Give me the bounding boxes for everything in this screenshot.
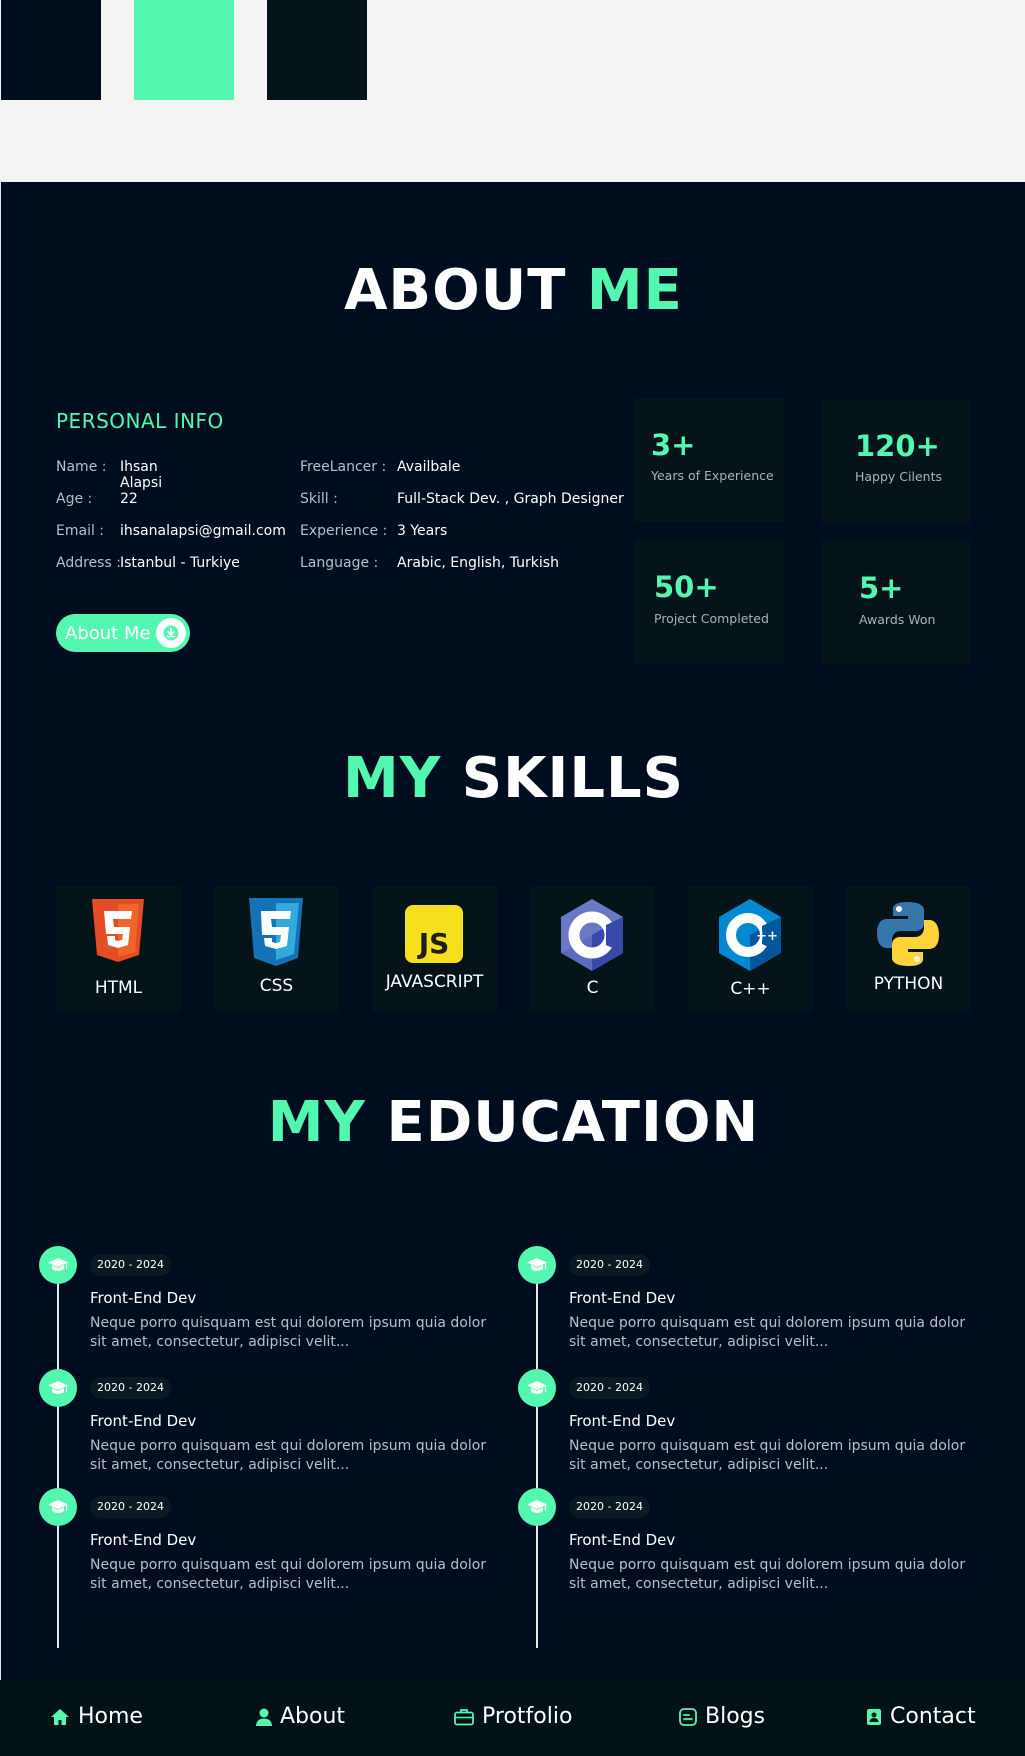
education-title: Front-End Dev: [90, 1412, 197, 1430]
skill-card-cpp: ++ C++: [688, 886, 813, 1011]
personal-info-heading: PERSONAL INFO: [56, 409, 224, 433]
stat-card-clients: 120+ Happy Cilents: [821, 399, 971, 523]
education-item: 2020 - 2024 Front-End Dev Neque porro qu…: [518, 1369, 978, 1479]
graduation-cap-icon: [39, 1369, 77, 1407]
education-date-badge: 2020 - 2024: [569, 1496, 650, 1518]
education-item: 2020 - 2024 Front-End Dev Neque porro qu…: [39, 1246, 499, 1356]
nav-item-about[interactable]: About: [256, 1704, 345, 1729]
skill-card-javascript: JS JAVASCRIPT: [372, 886, 497, 1011]
info-age: Age :22: [56, 491, 138, 507]
graduation-cap-icon: [518, 1246, 556, 1284]
about-me-button-label: About Me: [65, 622, 151, 644]
skill-card-c: C: [530, 886, 655, 1011]
skills-title: MY SKILLS: [342, 746, 685, 811]
graduation-cap-icon: [39, 1488, 77, 1526]
user-icon: [256, 1708, 272, 1726]
education-title: Front-End Dev: [569, 1412, 676, 1430]
education-date-badge: 2020 - 2024: [90, 1496, 171, 1518]
education-item: 2020 - 2024 Front-End Dev Neque porro qu…: [518, 1488, 978, 1598]
education-item: 2020 - 2024 Front-End Dev Neque porro qu…: [39, 1369, 499, 1479]
info-freelancer: FreeLancer : Availbale: [300, 459, 461, 475]
education-title: Front-End Dev: [90, 1531, 197, 1549]
education-title: MY EDUCATION: [267, 1090, 760, 1155]
contact-icon: [867, 1708, 881, 1725]
skill-card-css: CSS: [214, 886, 339, 1011]
python-icon: [877, 902, 939, 966]
education-title: Front-End Dev: [569, 1531, 676, 1549]
nav-item-portfolio[interactable]: Protfolio: [454, 1704, 572, 1729]
svg-text:JS: JS: [417, 927, 450, 960]
blog-icon: [679, 1707, 697, 1726]
education-description: Neque porro quisquam est qui dolorem ips…: [569, 1438, 966, 1473]
education-item: 2020 - 2024 Front-End Dev Neque porro qu…: [39, 1488, 499, 1598]
main-content: ABOUT ME PERSONAL INFO Name : Ihsan Alaps…: [0, 182, 1025, 1756]
about-me-button[interactable]: About Me: [56, 614, 190, 652]
education-date-badge: 2020 - 2024: [569, 1254, 650, 1276]
stat-card-awards: 5+ Awards Won: [821, 541, 971, 665]
education-description: Neque porro quisquam est qui dolorem ips…: [569, 1557, 966, 1592]
info-address: Address : Istanbul - Turkiye: [56, 555, 240, 571]
info-experience: Experience :3 Years: [300, 523, 448, 539]
education-description: Neque porro quisquam est qui dolorem ips…: [90, 1315, 487, 1350]
education-date-badge: 2020 - 2024: [90, 1377, 171, 1399]
nav-item-contact[interactable]: Contact: [866, 1704, 976, 1729]
info-language: Language : Arabic, English, Turkish: [300, 555, 559, 571]
color-swatch-navy: [1, 0, 101, 100]
education-date-badge: 2020 - 2024: [90, 1254, 171, 1276]
color-swatch-dark-teal: [267, 0, 367, 100]
graduation-cap-icon: [39, 1246, 77, 1284]
education-title: Front-End Dev: [90, 1289, 197, 1307]
svg-text:++: ++: [756, 929, 778, 944]
nav-item-blogs[interactable]: Blogs: [679, 1704, 765, 1729]
graduation-cap-icon: [518, 1369, 556, 1407]
skill-card-python: PYTHON: [846, 886, 971, 1011]
html5-icon: [92, 899, 144, 962]
skill-card-html: HTML: [56, 886, 181, 1011]
education-date-badge: 2020 - 2024: [569, 1377, 650, 1399]
stat-card-experience: 3+ Years of Experience: [634, 398, 784, 522]
briefcase-icon: [454, 1708, 474, 1725]
css3-icon: [249, 898, 303, 966]
education-description: Neque porro quisquam est qui dolorem ips…: [569, 1315, 966, 1350]
info-skill: Skill : Full-Stack Dev. , Graph Designer: [300, 491, 624, 507]
stat-card-projects: 50+ Project Completed: [634, 540, 784, 664]
cpp-language-icon: ++: [719, 899, 781, 971]
education-item: 2020 - 2024 Front-End Dev Neque porro qu…: [518, 1246, 978, 1356]
education-title: Front-End Dev: [569, 1289, 676, 1307]
education-description: Neque porro quisquam est qui dolorem ips…: [90, 1438, 487, 1473]
download-icon: [156, 618, 186, 648]
javascript-icon: JS: [405, 905, 463, 963]
color-swatch-mint: [134, 0, 234, 100]
info-email: Email : ihsanalapsi@gmail.com: [56, 523, 286, 539]
home-icon: [51, 1708, 69, 1725]
c-language-icon: [561, 899, 623, 971]
graduation-cap-icon: [518, 1488, 556, 1526]
bottom-nav: Home About Protfolio Blogs Contact: [0, 1680, 1025, 1756]
info-name: Name : Ihsan Alapsi: [56, 459, 163, 491]
education-description: Neque porro quisquam est qui dolorem ips…: [90, 1557, 487, 1592]
about-title: ABOUT ME: [344, 258, 683, 323]
nav-item-home[interactable]: Home: [50, 1704, 143, 1729]
